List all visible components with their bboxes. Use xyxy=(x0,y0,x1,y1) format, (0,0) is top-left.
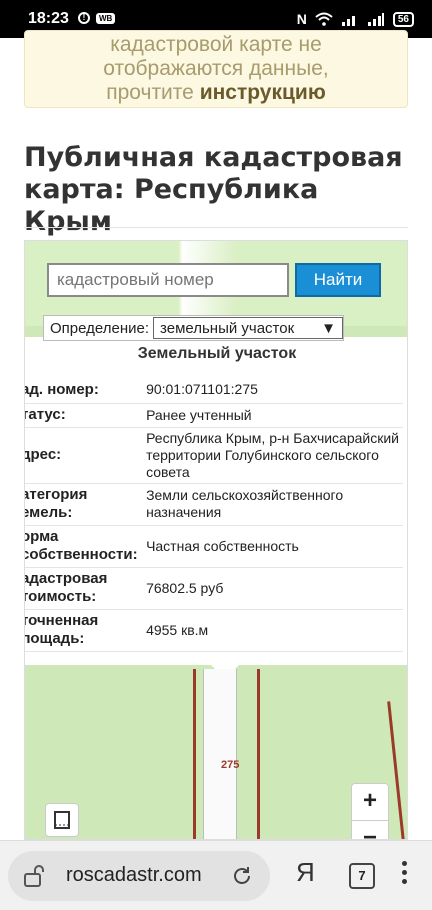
divider xyxy=(24,227,408,228)
attribute-value-line: 90:01:071101:275 xyxy=(146,381,258,398)
reload-icon[interactable] xyxy=(230,864,254,888)
search-bar: Найти xyxy=(47,263,381,297)
url-text: roscadastr.com xyxy=(66,864,202,886)
attribute-key-line: орма xyxy=(24,528,59,545)
attribute-key-line: ад. номер: xyxy=(24,380,99,398)
attribute-key-line: собственности: xyxy=(24,546,138,563)
cadastral-number-input[interactable] xyxy=(47,263,289,297)
definition-bar: Определение: земельный участок ▼ xyxy=(43,315,345,341)
attribute-key: ад. номер: xyxy=(24,377,143,404)
cadastral-map[interactable]: Найти Земельный участок ад. номер: 90:01:… xyxy=(24,240,408,840)
attribute-key-line: лощадь: xyxy=(24,630,85,647)
attribute-key-line: адастровая xyxy=(24,570,108,587)
road xyxy=(203,669,237,839)
attribute-value: Ранее учтенный xyxy=(142,403,403,428)
attribute-row: татус: Ранее учтенный xyxy=(24,403,403,428)
attribute-value-line: Ранее учтенный xyxy=(146,406,252,423)
attribute-key: адастровая тоимость: xyxy=(24,567,143,610)
banner-line: отображаются данные, xyxy=(103,57,329,80)
attribute-value: 76802.5 руб xyxy=(142,567,403,610)
attribute-row: точненная лощадь: 4955 кв.м xyxy=(24,609,403,652)
address-bar[interactable]: roscadastr.com xyxy=(8,851,270,901)
attribute-key: дрес: xyxy=(24,427,143,484)
attribute-key: точненная лощадь: xyxy=(24,609,143,652)
attribute-row: дрес: Республика Крым, р-н Бахчисарайский… xyxy=(24,427,403,484)
attributes-table: ад. номер: 90:01:071101:275 татус: Ранее уч… xyxy=(24,377,403,652)
attribute-value-line: 4955 кв.м xyxy=(146,621,209,638)
definition-label: Определение: xyxy=(50,319,150,337)
status-time: 18:23 xyxy=(28,10,69,27)
attribute-key-line: тоимость: xyxy=(24,588,97,605)
popup-title: Земельный участок xyxy=(137,345,297,362)
attribute-value: 90:01:071101:275 xyxy=(142,377,403,404)
definition-select[interactable]: земельный участок ▼ xyxy=(153,317,344,339)
page-title: Публичная кадастровая карта: Республика … xyxy=(24,142,403,237)
parcel-boundary xyxy=(257,669,260,839)
attribute-row: адастровая тоимость: 76802.5 руб xyxy=(24,567,403,610)
signal-icon xyxy=(341,16,355,26)
attribute-key-line: дрес: xyxy=(24,446,62,463)
banner-line: кадастровой карте не xyxy=(110,33,322,56)
signal-icon-2 xyxy=(367,13,384,26)
attribute-value-line: Частная собственность xyxy=(146,537,299,554)
attribute-key: атегория емель: xyxy=(24,483,143,526)
attribute-key-line: татус: xyxy=(24,406,66,423)
zoom-controls: + − xyxy=(351,783,389,839)
notification-icon: ! xyxy=(78,12,90,24)
attribute-value-line: Земли сельскохозяйственного xyxy=(146,487,344,503)
parcel-boundary xyxy=(387,701,406,839)
instructions-link[interactable]: инструкцию xyxy=(200,81,326,104)
attribute-row: атегория емель: Земли сельскохозяйственног… xyxy=(24,483,403,526)
wb-app-icon: WB xyxy=(96,12,116,24)
find-button[interactable]: Найти xyxy=(295,263,381,297)
attribute-value: Частная собственность xyxy=(142,525,403,568)
layers-button[interactable] xyxy=(45,803,79,837)
parcel-boundary xyxy=(193,669,196,839)
battery-icon: 56 xyxy=(392,11,414,27)
wifi-icon xyxy=(315,12,333,26)
attribute-value: 4955 кв.м xyxy=(142,609,403,652)
attribute-value-line: совета xyxy=(146,463,190,480)
attribute-key-line: атегория xyxy=(24,486,88,503)
attribute-key-line: точненная xyxy=(24,612,99,629)
layers-icon xyxy=(54,811,70,829)
dropdown-arrow-icon: ▼ xyxy=(321,319,337,337)
attribute-row: орма собственности: Частная собственность xyxy=(24,525,403,568)
warning-banner: кадастровой карте не отображаются данные… xyxy=(24,30,408,108)
attribute-value-line: назначения xyxy=(146,504,222,520)
attribute-row: ад. номер: 90:01:071101:275 xyxy=(24,377,403,404)
attribute-key: татус: xyxy=(24,403,143,428)
parcel-info-popup: Земельный участок ад. номер: 90:01:071101… xyxy=(24,337,407,665)
attribute-value-line: 76802.5 руб xyxy=(146,579,224,596)
attribute-value-line: Республика Крым, р-н Бахчисарайский xyxy=(146,429,399,446)
nfc-icon: N xyxy=(296,11,307,27)
attribute-value: Республика Крым, р-н Бахчисарайский терри… xyxy=(142,427,403,484)
unlocked-icon xyxy=(24,865,44,887)
definition-selected: земельный участок xyxy=(160,319,295,337)
attribute-key: орма собственности: xyxy=(24,525,143,568)
yandex-button[interactable]: Я xyxy=(296,857,315,888)
more-menu-icon[interactable] xyxy=(402,861,410,888)
zoom-out-button[interactable]: − xyxy=(352,820,388,839)
attribute-value: Земли сельскохозяйственного назначения xyxy=(142,483,403,526)
tabs-button[interactable]: 7 xyxy=(349,863,375,889)
zoom-in-button[interactable]: + xyxy=(352,784,388,820)
attribute-key-line: емель: xyxy=(24,504,73,521)
parcel-number-label: 275 xyxy=(221,759,240,771)
banner-line: прочтите xyxy=(106,81,200,104)
attribute-value-line: территории Голубинского сельского xyxy=(146,446,379,463)
browser-toolbar: roscadastr.com Я 7 xyxy=(0,840,432,910)
